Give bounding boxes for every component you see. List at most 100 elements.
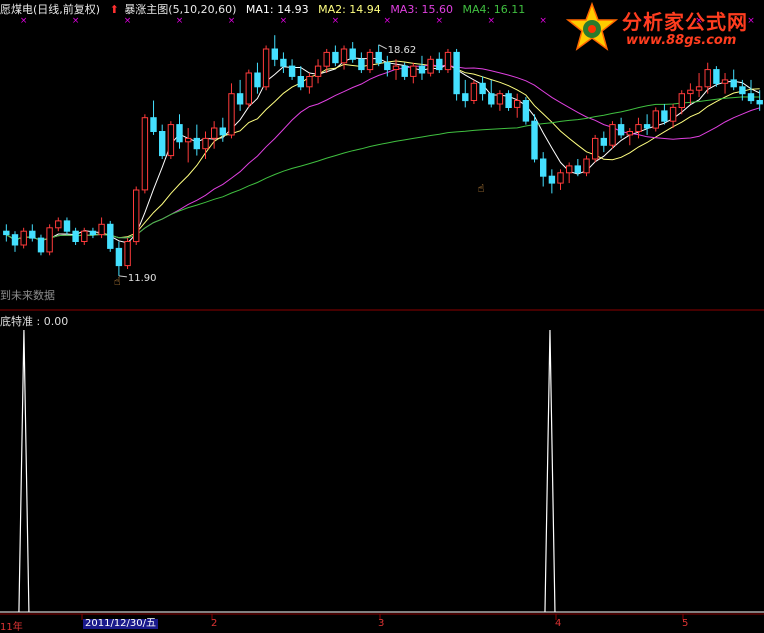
- candle-body: [661, 110, 668, 122]
- candle-body: [531, 120, 538, 160]
- candle: [115, 241, 123, 276]
- candle-body: [418, 65, 426, 74]
- marker-glyph: ×: [539, 16, 547, 26]
- candle: [427, 55, 434, 77]
- ma3-line: [6, 64, 760, 241]
- candle: [332, 45, 339, 67]
- candle: [375, 44, 382, 67]
- candle: [514, 93, 521, 118]
- ma3-value: MA3: 15.60: [390, 3, 454, 16]
- candle: [496, 90, 504, 111]
- candle: [228, 83, 235, 139]
- candle: [548, 169, 556, 194]
- lower-indicator: [0, 329, 764, 613]
- candle: [254, 62, 261, 94]
- candle-body: [141, 117, 149, 191]
- candle: [159, 124, 166, 159]
- stock-title[interactable]: 愿煤电(日线,前复权): [0, 3, 100, 16]
- candle-body: [488, 93, 495, 105]
- ma2-line: [6, 60, 760, 241]
- candle-body: [219, 127, 227, 136]
- candle-body: [115, 247, 123, 267]
- candle-body: [167, 124, 175, 157]
- candle-body: [557, 172, 564, 184]
- candle-body: [288, 65, 296, 77]
- candle: [462, 79, 469, 108]
- candle-body: [332, 51, 339, 64]
- candle-body: [262, 48, 270, 88]
- ma4-value: MA4: 16.11: [462, 3, 526, 16]
- candle-body: [254, 72, 261, 88]
- candle-body: [271, 48, 279, 60]
- candle: [557, 169, 564, 190]
- candle: [89, 227, 97, 239]
- candle-body: [609, 124, 616, 146]
- x-tick-label: 4: [555, 618, 562, 629]
- candle-body: [739, 86, 746, 95]
- candle-body: [358, 58, 365, 71]
- chart-area[interactable]: ××××××××××××××× 18.6211.90☝☝: [0, 0, 764, 628]
- candle-body: [98, 223, 105, 236]
- marker-glyph: ×: [176, 16, 184, 26]
- marker-glyph: ×: [228, 16, 236, 26]
- candle: [505, 90, 512, 111]
- candle: [687, 83, 694, 104]
- candle-body: [55, 220, 62, 229]
- logo-emblem-icon: [566, 2, 618, 51]
- ma1-line: [6, 57, 760, 244]
- candle: [479, 76, 486, 101]
- logo-url: www.88gs.com: [626, 33, 737, 48]
- candle: [262, 45, 270, 91]
- candle-body: [721, 79, 729, 84]
- candle-body: [704, 69, 711, 88]
- candle: [29, 224, 36, 242]
- candle: [245, 69, 253, 108]
- candle: [522, 97, 530, 125]
- candle: [271, 35, 279, 67]
- candle-body: [297, 76, 305, 88]
- candle-body: [314, 65, 322, 77]
- main-chart-header: 愿煤电(日线,前复权) ⬆ 暴涨主图(5,10,20,60) MA1: 14.9…: [0, 1, 531, 16]
- future-data-note: 到未来数据: [0, 289, 55, 302]
- candle: [280, 52, 287, 74]
- candle: [669, 103, 677, 129]
- x-tick-label: 11年: [0, 622, 23, 633]
- candle: [453, 48, 460, 101]
- candle-body: [124, 241, 131, 267]
- candle-body: [81, 230, 88, 242]
- candle: [133, 186, 140, 245]
- marker-glyph: ×: [384, 16, 392, 26]
- candle: [609, 121, 616, 149]
- candle: [167, 121, 175, 159]
- candle-body: [401, 65, 408, 77]
- candle-body: [63, 220, 71, 232]
- logo-title: 分析家公式网: [622, 10, 748, 34]
- candle-body: [245, 72, 253, 105]
- candle: [236, 79, 244, 111]
- site-logo[interactable]: 分析家公式网 www.88gs.com: [566, 2, 760, 54]
- candle: [444, 48, 452, 74]
- candle-body: [566, 165, 573, 174]
- candle: [730, 69, 737, 91]
- candle: [150, 100, 157, 135]
- candle-body: [89, 230, 97, 236]
- chart-grid: [0, 309, 764, 620]
- candle: [349, 42, 356, 63]
- candle-body: [375, 51, 382, 64]
- candle-body: [592, 137, 599, 160]
- candle: [63, 217, 71, 235]
- candle: [340, 45, 348, 70]
- candle-body: [470, 82, 478, 102]
- candle-body: [505, 93, 512, 108]
- candle-body: [306, 76, 313, 88]
- annotation-label: 18.62: [388, 45, 417, 56]
- candle: [72, 227, 79, 245]
- candle-body: [20, 230, 27, 246]
- indicator-name[interactable]: 暴涨主图(5,10,20,60): [124, 3, 236, 16]
- candle-body: [540, 158, 547, 177]
- candle: [366, 48, 374, 74]
- candle-body: [574, 165, 581, 174]
- candle-body: [159, 131, 166, 157]
- candle: [652, 107, 659, 132]
- candle-body: [695, 86, 703, 91]
